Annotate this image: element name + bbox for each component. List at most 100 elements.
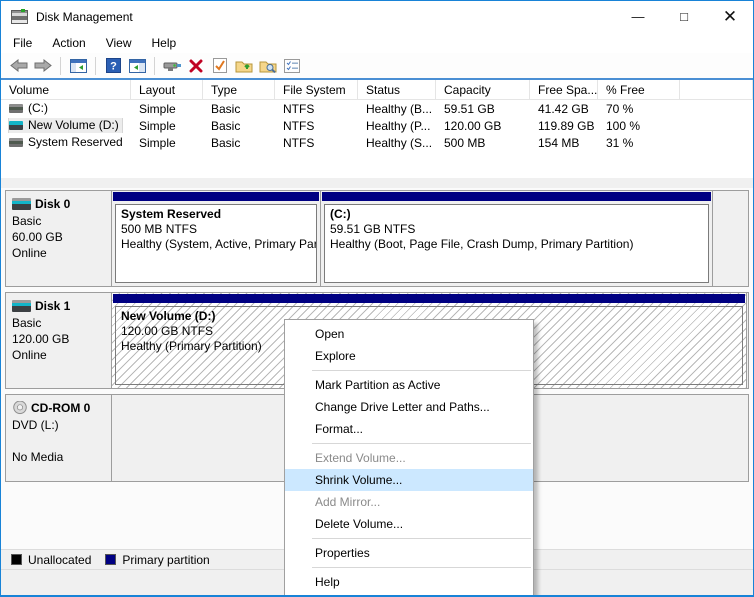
context-menu-item-mark-partition-as-active[interactable]: Mark Partition as Active — [285, 374, 533, 396]
partition-info-box[interactable]: System Reserved500 MB NTFSHealthy (Syste… — [115, 204, 317, 283]
title-bar: Disk Management — □ ✕ — [1, 1, 753, 32]
cell-capacity: 59.51 GB — [436, 102, 530, 116]
column-header-file-system[interactable]: File System — [275, 80, 358, 99]
disk-info-line: DVD (L:) — [12, 417, 107, 433]
partition-line3: Healthy (Boot, Page File, Crash Dump, Pr… — [330, 237, 703, 252]
cell-capacity: 120.00 GB — [436, 119, 530, 133]
disk-label-disk-1[interactable]: Disk 1Basic120.00 GBOnline — [6, 293, 112, 388]
action-pane-icon[interactable] — [127, 57, 147, 75]
context-menu-item-add-mirror: Add Mirror... — [285, 491, 533, 513]
help-icon[interactable]: ? — [103, 57, 123, 75]
toolbar: ? — [1, 53, 753, 80]
menu-view[interactable]: View — [96, 34, 142, 52]
disk-info-line: Online — [12, 245, 107, 261]
open-folder-icon[interactable] — [234, 57, 254, 75]
disk-label-cd-rom-0[interactable]: CD-ROM 0DVD (L:)No Media — [6, 395, 112, 481]
maximize-button[interactable]: □ — [661, 1, 707, 32]
context-menu: OpenExplore Mark Partition as ActiveChang… — [284, 319, 534, 597]
toolbar-separator — [95, 57, 96, 75]
cell-free-space: 154 MB — [530, 136, 598, 150]
partition-line2: 59.51 GB NTFS — [330, 222, 703, 237]
cell-layout: Simple — [131, 119, 203, 133]
volume-name-cell[interactable]: (C:) — [1, 101, 131, 116]
cell-capacity: 500 MB — [436, 136, 530, 150]
disk-management-app-icon — [11, 10, 28, 24]
cell-layout: Simple — [131, 136, 203, 150]
legend-item-unallocated: Unallocated — [11, 553, 91, 567]
console-tree-icon[interactable] — [68, 57, 88, 75]
context-menu-item-properties[interactable]: Properties — [285, 542, 533, 564]
volume-disk-icon — [9, 104, 23, 113]
column-header-filler — [680, 80, 753, 99]
partition-info-box[interactable]: (C:)59.51 GB NTFSHealthy (Boot, Page Fil… — [324, 204, 709, 283]
pane-splitter[interactable] — [1, 178, 753, 188]
partition-title: System Reserved — [121, 207, 311, 222]
cell-layout: Simple — [131, 102, 203, 116]
disk-name: Disk 1 — [35, 299, 70, 313]
disk-info-line: Basic — [12, 315, 107, 331]
cell-pct-free: 100 % — [598, 119, 680, 133]
context-menu-item-explore[interactable]: Explore — [285, 345, 533, 367]
legend-item-primary-partition: Primary partition — [105, 553, 209, 567]
cd-rom-icon — [12, 401, 28, 415]
partition-system-reserved[interactable]: System Reserved500 MB NTFSHealthy (Syste… — [112, 191, 321, 286]
minimize-button[interactable]: — — [615, 1, 661, 32]
disk-info-line: Basic — [12, 213, 107, 229]
toolbar-separator — [154, 57, 155, 75]
disk-drive-icon — [12, 198, 31, 210]
column-header-capacity[interactable]: Capacity — [436, 80, 530, 99]
check-doc-icon[interactable] — [210, 57, 230, 75]
menu-help[interactable]: Help — [142, 34, 187, 52]
legend-swatch — [105, 554, 116, 565]
volume-name-cell[interactable]: New Volume (D:) — [1, 118, 131, 133]
cell-file-system: NTFS — [275, 136, 358, 150]
volume-row-system-reserved[interactable]: System ReservedSimpleBasicNTFSHealthy (S… — [1, 134, 753, 151]
volume-name-cell[interactable]: System Reserved — [1, 135, 131, 150]
column-header-type[interactable]: Type — [203, 80, 275, 99]
toolbar-separator — [60, 57, 61, 75]
context-menu-item-change-drive-letter-and-paths[interactable]: Change Drive Letter and Paths... — [285, 396, 533, 418]
menu-separator — [312, 370, 531, 371]
disk-name: Disk 0 — [35, 197, 70, 211]
volume-row-c[interactable]: (C:)SimpleBasicNTFSHealthy (B...59.51 GB… — [1, 100, 753, 117]
forward-icon[interactable] — [33, 57, 53, 75]
cell-free-space: 41.42 GB — [530, 102, 598, 116]
disk-label-disk-0[interactable]: Disk 0 Basic60.00 GBOnline — [6, 191, 112, 286]
context-menu-item-delete-volume[interactable]: Delete Volume... — [285, 513, 533, 535]
delete-icon[interactable] — [186, 57, 206, 75]
column-header-status[interactable]: Status — [358, 80, 436, 99]
properties-list-icon[interactable] — [282, 57, 302, 75]
volume-name: New Volume (D:) — [28, 118, 119, 132]
context-menu-item-format[interactable]: Format... — [285, 418, 533, 440]
cell-status: Healthy (B... — [358, 102, 436, 116]
cell-file-system: NTFS — [275, 102, 358, 116]
volume-disk-icon — [9, 121, 23, 130]
column-header-free-spa[interactable]: Free Spa... — [530, 80, 598, 99]
disk-info-line: 60.00 GB — [12, 229, 107, 245]
cell-status: Healthy (S... — [358, 136, 436, 150]
disk-info-line: Online — [12, 347, 107, 363]
partition-color-bar — [113, 294, 745, 303]
partition-line2: 500 MB NTFS — [121, 222, 311, 237]
partition-color-bar — [113, 192, 319, 201]
cell-type: Basic — [203, 119, 275, 133]
disk-view-icon[interactable] — [162, 57, 182, 75]
close-button[interactable]: ✕ — [707, 1, 753, 32]
cell-type: Basic — [203, 136, 275, 150]
explore-folder-icon[interactable] — [258, 57, 278, 75]
back-icon[interactable] — [9, 57, 29, 75]
menu-file[interactable]: File — [3, 34, 42, 52]
partition-c[interactable]: (C:)59.51 GB NTFSHealthy (Boot, Page Fil… — [321, 191, 713, 286]
cell-file-system: NTFS — [275, 119, 358, 133]
context-menu-item-help[interactable]: Help — [285, 571, 533, 593]
disk-management-window: Disk Management — □ ✕ FileActionViewHelp… — [0, 0, 754, 597]
disk-name: CD-ROM 0 — [31, 401, 90, 415]
menu-action[interactable]: Action — [42, 34, 95, 52]
context-menu-item-open[interactable]: Open — [285, 323, 533, 345]
volume-row-new-volume-d[interactable]: New Volume (D:)SimpleBasicNTFSHealthy (P… — [1, 117, 753, 134]
cell-free-space: 119.89 GB — [530, 119, 598, 133]
column-header-free[interactable]: % Free — [598, 80, 680, 99]
context-menu-item-shrink-volume[interactable]: Shrink Volume... — [285, 469, 533, 491]
column-header-layout[interactable]: Layout — [131, 80, 203, 99]
column-header-volume[interactable]: Volume — [1, 80, 131, 99]
